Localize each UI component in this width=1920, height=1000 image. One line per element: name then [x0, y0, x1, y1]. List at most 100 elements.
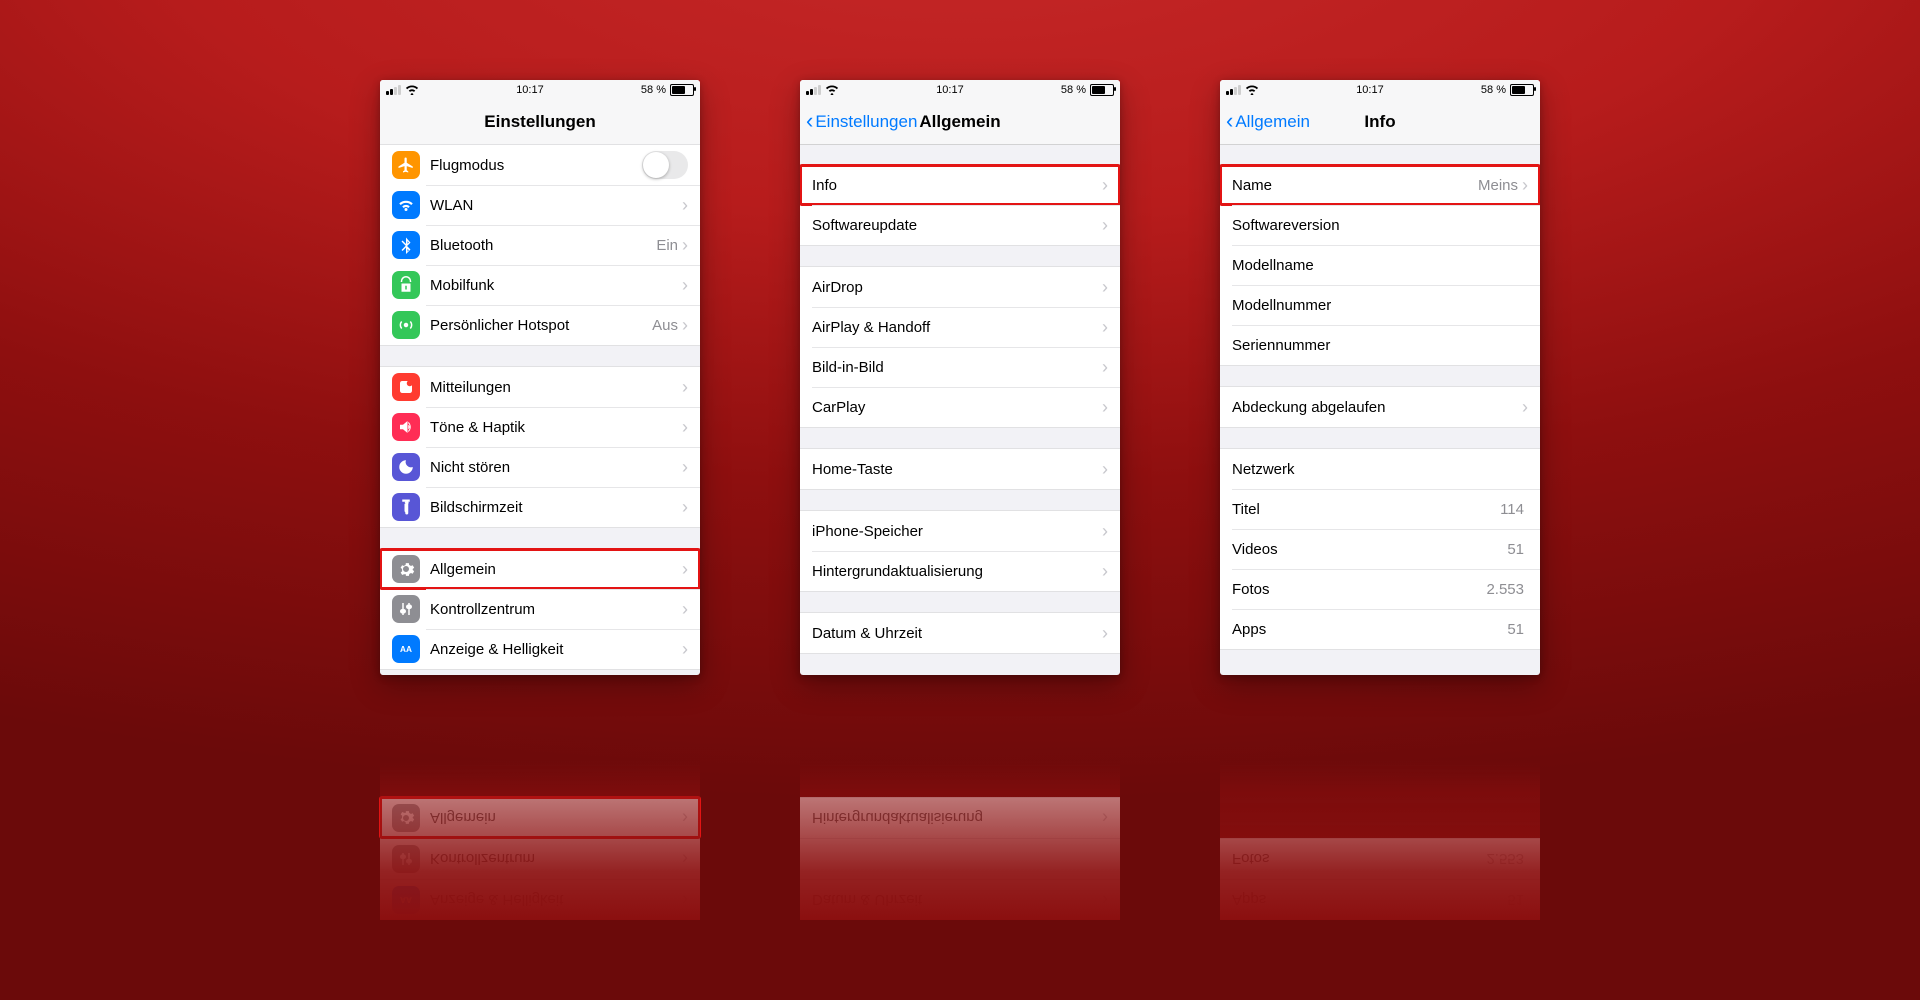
list-item[interactable]: Persönlicher HotspotAus›: [380, 305, 700, 345]
list-item[interactable]: WLAN›: [380, 185, 700, 225]
chevron-right-icon: ›: [682, 276, 688, 294]
list-item[interactable]: Nicht stören›: [380, 447, 700, 487]
list-item[interactable]: Kontrollzentrum›: [380, 589, 700, 629]
chevron-right-icon: ›: [1102, 216, 1108, 234]
item-label: Videos: [1232, 541, 1507, 558]
item-value: 114: [1500, 501, 1524, 518]
list-item[interactable]: Videos51: [1220, 529, 1540, 569]
item-label: Mobilfunk: [430, 277, 682, 294]
list-item[interactable]: Softwareupdate›: [800, 205, 1120, 245]
signal-bars-icon: [806, 85, 821, 95]
list-item[interactable]: Hintergrundaktualisierung›: [800, 551, 1120, 591]
list-item[interactable]: Bild-in-Bild›: [800, 347, 1120, 387]
back-button[interactable]: ‹ Allgemein: [1226, 100, 1310, 144]
list-item[interactable]: Titel114: [1220, 489, 1540, 529]
list-item[interactable]: Home-Taste›: [800, 449, 1120, 489]
item-value: Aus: [652, 317, 678, 334]
display-icon: AA: [392, 635, 420, 663]
reflection: Apps51Fotos2.553: [1220, 760, 1540, 920]
chevron-right-icon: ›: [682, 498, 688, 516]
list-item[interactable]: Modellname: [1220, 245, 1540, 285]
nav-bar: ‹ Allgemein Info: [1220, 100, 1540, 145]
item-value: 51: [1507, 541, 1524, 558]
list-item[interactable]: AirDrop›: [800, 267, 1120, 307]
control-icon: [392, 595, 420, 623]
phone-row: 10:17 58 % Einstellungen FlugmodusWLAN›B…: [0, 0, 1920, 760]
nav-bar: Einstellungen: [380, 100, 700, 145]
signal-bars-icon: [1226, 85, 1241, 95]
chevron-right-icon: ›: [1102, 358, 1108, 376]
item-label: Kontrollzentrum: [430, 601, 682, 618]
airplane-icon: [392, 151, 420, 179]
list-item[interactable]: CarPlay›: [800, 387, 1120, 427]
battery-icon: [1090, 84, 1114, 96]
list-item[interactable]: Töne & Haptik›: [380, 407, 700, 447]
list-item[interactable]: Info›: [800, 165, 1120, 205]
general-list[interactable]: Info›Softwareupdate›AirDrop›AirPlay & Ha…: [800, 144, 1120, 675]
chevron-right-icon: ›: [682, 418, 688, 436]
item-label: Name: [1232, 177, 1478, 194]
nav-bar: ‹ Einstellungen Allgemein: [800, 100, 1120, 145]
wifi-icon: [825, 84, 839, 97]
item-label: Persönlicher Hotspot: [430, 317, 652, 334]
list-item[interactable]: Flugmodus: [380, 145, 700, 185]
item-label: Titel: [1232, 501, 1500, 518]
item-label: AirDrop: [812, 279, 1102, 296]
item-label: Seriennummer: [1232, 337, 1528, 354]
chevron-right-icon: ›: [682, 560, 688, 578]
item-label: Softwareversion: [1232, 217, 1528, 234]
list-item[interactable]: Datum & Uhrzeit›: [800, 613, 1120, 653]
chevron-right-icon: ›: [1102, 522, 1108, 540]
item-value: Ein: [656, 237, 678, 254]
hotspot-icon: [392, 311, 420, 339]
wifi-icon: [1245, 84, 1259, 97]
settings-list[interactable]: FlugmodusWLAN›BluetoothEin›Mobilfunk›Per…: [380, 144, 700, 675]
chevron-right-icon: ›: [682, 640, 688, 658]
chevron-right-icon: ›: [1102, 176, 1108, 194]
bluetooth-icon: [392, 231, 420, 259]
chevron-right-icon: ›: [682, 378, 688, 396]
chevron-right-icon: ›: [1102, 460, 1108, 478]
toggle-switch[interactable]: [642, 151, 688, 179]
wifi-icon: [405, 84, 419, 97]
list-item[interactable]: AirPlay & Handoff›: [800, 307, 1120, 347]
list-item[interactable]: BluetoothEin›: [380, 225, 700, 265]
list-item[interactable]: Seriennummer: [1220, 325, 1540, 365]
battery-percent: 58 %: [1061, 84, 1086, 96]
list-item[interactable]: Fotos2.553: [1220, 569, 1540, 609]
phone-general: 10:17 58 % ‹ Einstellungen Allgemein Inf…: [800, 80, 1120, 675]
back-button[interactable]: ‹ Einstellungen: [806, 100, 917, 144]
chevron-right-icon: ›: [682, 236, 688, 254]
list-item[interactable]: Modellnummer: [1220, 285, 1540, 325]
list-item[interactable]: Allgemein›: [380, 549, 700, 589]
item-label: WLAN: [430, 197, 682, 214]
status-time: 10:17: [1356, 84, 1384, 96]
list-item[interactable]: Mobilfunk›: [380, 265, 700, 305]
nav-title: Einstellungen: [484, 112, 595, 132]
sounds-icon: [392, 413, 420, 441]
chevron-right-icon: ›: [1102, 318, 1108, 336]
item-label: Apps: [1232, 621, 1507, 638]
status-bar: 10:17 58 %: [380, 80, 700, 100]
chevron-right-icon: ›: [682, 458, 688, 476]
list-item[interactable]: iPhone-Speicher›: [800, 511, 1120, 551]
list-item[interactable]: AAAnzeige & Helligkeit›: [380, 629, 700, 669]
list-item[interactable]: Mitteilungen›: [380, 367, 700, 407]
item-label: Bluetooth: [430, 237, 656, 254]
info-list[interactable]: NameMeins› Softwareversion ModellnameModel…: [1220, 144, 1540, 675]
dnd-icon: [392, 453, 420, 481]
chevron-right-icon: ›: [682, 600, 688, 618]
item-label: Netzwerk: [1232, 461, 1528, 478]
list-item[interactable]: Softwareversion: [1220, 205, 1540, 245]
list-item[interactable]: Netzwerk: [1220, 449, 1540, 489]
list-item[interactable]: NameMeins›: [1220, 165, 1540, 205]
nav-title: Info: [1364, 112, 1395, 132]
list-item[interactable]: Abdeckung abgelaufen›: [1220, 387, 1540, 427]
item-label: Softwareupdate: [812, 217, 1102, 234]
reflection: AAAnzeige & Helligkeit›Kontrollzentrum›A…: [380, 760, 700, 920]
chevron-right-icon: ›: [1522, 176, 1528, 194]
status-bar: 10:17 58 %: [1220, 80, 1540, 100]
list-item[interactable]: Bildschirmzeit›: [380, 487, 700, 527]
screentime-icon: [392, 493, 420, 521]
list-item[interactable]: Apps51: [1220, 609, 1540, 649]
